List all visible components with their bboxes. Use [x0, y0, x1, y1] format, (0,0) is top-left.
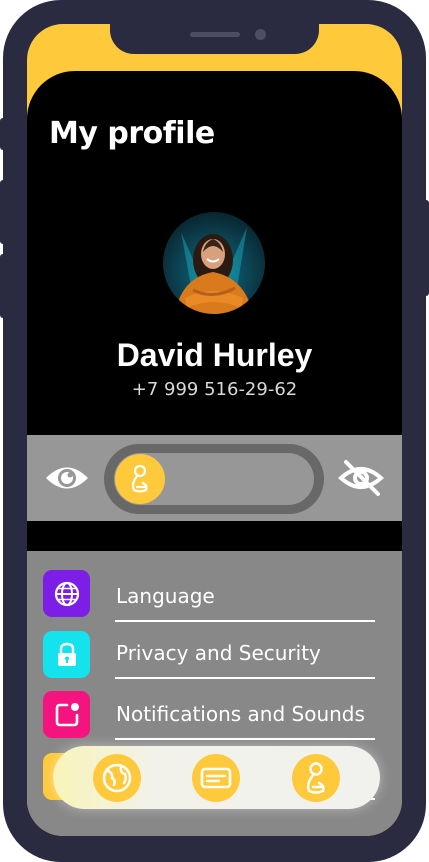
device-mockup: My profile David Hurley +7 999 516-29-62 — [0, 0, 429, 862]
front-camera — [255, 29, 266, 40]
notch — [110, 24, 319, 54]
menu-item-privacy-security[interactable]: Privacy and Security — [116, 641, 321, 665]
nav-cards-button[interactable] — [192, 754, 240, 802]
lock-icon[interactable] — [43, 631, 90, 678]
globe-icon — [102, 763, 132, 793]
eye-off-icon[interactable] — [337, 458, 385, 498]
person-icon — [131, 464, 148, 493]
visibility-slider-knob[interactable] — [115, 454, 165, 504]
phone-screen: My profile David Hurley +7 999 516-29-62 — [27, 24, 402, 836]
profile-name: David Hurley — [116, 337, 313, 373]
notification-icon[interactable] — [43, 691, 90, 738]
avatar[interactable] — [163, 212, 265, 314]
nav-profile-button[interactable] — [292, 754, 340, 802]
menu-divider — [115, 677, 375, 679]
speaker-grille — [190, 32, 240, 37]
menu-item-language[interactable]: Language — [116, 584, 215, 608]
menu-divider — [115, 738, 375, 740]
menu-divider — [115, 620, 375, 622]
profile-phone: +7 999 516-29-62 — [131, 379, 298, 400]
avatar-photo — [175, 227, 253, 314]
nav-explore-button[interactable] — [93, 754, 141, 802]
eye-icon[interactable] — [43, 458, 91, 498]
card-icon — [200, 767, 232, 789]
person-icon — [306, 762, 325, 794]
globe-icon[interactable] — [43, 570, 90, 617]
menu-item-notifications-sounds[interactable]: Notifications and Sounds — [116, 702, 365, 726]
page-title: My profile — [49, 116, 215, 151]
